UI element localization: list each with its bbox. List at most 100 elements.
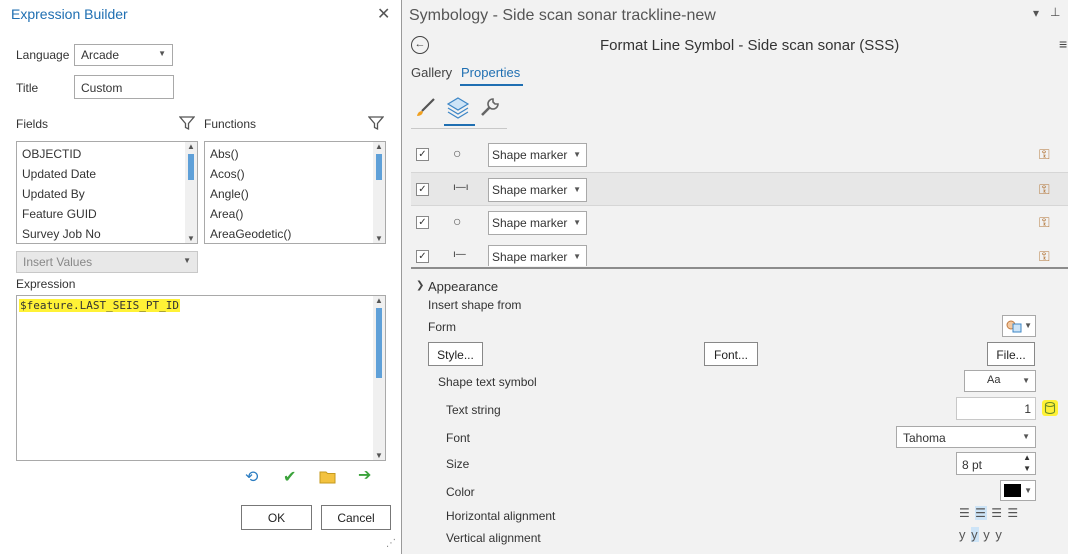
list-item[interactable]: Updated By [22, 187, 85, 201]
list-item[interactable]: Area() [210, 207, 243, 221]
layer-glyph: ı—ı [453, 182, 469, 193]
symbol-layer-row[interactable]: ✓ ○ Shape marker ▼ ⚿ [411, 206, 1068, 240]
paintbrush-icon[interactable] [415, 96, 437, 118]
font-select[interactable]: Tahoma ▼ [896, 426, 1036, 448]
expression-scrollbar[interactable]: ▲ ▼ [373, 296, 385, 460]
list-item[interactable]: Feature GUID [22, 207, 97, 221]
align-baseline-icon[interactable]: y [983, 527, 991, 542]
filter-icon[interactable] [368, 115, 384, 131]
align-right-icon[interactable]: ☰ [991, 506, 1003, 520]
appearance-heading[interactable]: Appearance [428, 279, 498, 294]
layer-visibility-checkbox[interactable]: ✓ [416, 148, 429, 161]
title-input[interactable]: Custom [74, 75, 174, 99]
symbol-layer-row[interactable]: ✓ ○ Shape marker ▼ ⚿ [411, 138, 1068, 172]
lock-properties-icon[interactable]: ⚿ [1039, 181, 1050, 198]
marker-type-select[interactable]: Shape marker ▼ [488, 245, 587, 266]
back-arrow-icon[interactable]: ← [411, 36, 429, 54]
collapse-chevron-icon[interactable]: ❯ [416, 280, 424, 291]
marker-type-select[interactable]: Shape marker ▼ [488, 211, 587, 235]
text-string-input[interactable]: 1 [956, 397, 1036, 420]
symbology-pane: Symbology - Side scan sonar trackline-ne… [402, 0, 1068, 554]
fields-list[interactable]: OBJECTID Updated Date Updated By Feature… [16, 141, 198, 244]
scroll-thumb[interactable] [188, 154, 194, 180]
layer-visibility-checkbox[interactable]: ✓ [416, 250, 429, 263]
lock-properties-icon[interactable]: ⚿ [1039, 146, 1050, 163]
filter-icon[interactable] [179, 115, 195, 131]
list-item[interactable]: AreaGeodetic() [210, 227, 291, 241]
cancel-button[interactable]: Cancel [321, 505, 391, 530]
list-item[interactable]: OBJECTID [22, 147, 81, 161]
arrow-right-icon[interactable]: ➔ [358, 465, 371, 485]
ok-button[interactable]: OK [241, 505, 312, 530]
insert-values-select[interactable]: Insert Values ▼ [16, 251, 198, 273]
list-item[interactable]: Survey Job No [22, 227, 101, 241]
list-item[interactable]: Acos() [210, 167, 245, 181]
lock-properties-icon[interactable]: ⚿ [1039, 214, 1050, 231]
verify-check-icon[interactable]: ✔ [283, 467, 296, 487]
list-item[interactable]: Abs() [210, 147, 239, 161]
menu-icon[interactable]: ≡ [1059, 36, 1067, 52]
expression-builder-dialog: Expression Builder ✕ Language Arcade ▼ T… [0, 0, 402, 554]
resize-grip-icon[interactable]: ⋰ [386, 538, 396, 549]
language-select[interactable]: Arcade ▼ [74, 44, 173, 66]
decrement-icon[interactable]: ▼ [1023, 464, 1031, 473]
layer-visibility-checkbox[interactable]: ✓ [416, 216, 429, 229]
undo-icon[interactable]: ⟲ [245, 467, 258, 487]
attribute-mapping-icon[interactable] [1042, 400, 1058, 416]
form-select[interactable]: ▼ [1002, 315, 1036, 337]
functions-scrollbar[interactable]: ▲ ▼ [373, 142, 385, 243]
shape-text-symbol-select[interactable]: Aa ▼ [964, 370, 1036, 392]
shape-form-icon [1006, 320, 1022, 333]
layer-glyph: ○ [453, 213, 462, 229]
style-button[interactable]: Style... [428, 342, 483, 366]
marker-type-select[interactable]: Shape marker ▼ [488, 143, 587, 167]
chevron-down-icon: ▼ [573, 150, 581, 159]
marker-type-select[interactable]: Shape marker ▼ [488, 178, 587, 202]
tab-gallery[interactable]: Gallery [411, 65, 452, 80]
list-item[interactable]: Updated Date [22, 167, 96, 181]
functions-list[interactable]: Abs() Acos() Angle() Area() AreaGeodetic… [204, 141, 386, 244]
scroll-down-icon[interactable]: ▼ [187, 234, 195, 243]
symbol-layer-row[interactable]: ✓ ı—ı Shape marker ▼ ⚿ [411, 172, 1068, 206]
increment-icon[interactable]: ▲ [1023, 453, 1031, 462]
marker-type-value: Shape marker [492, 250, 568, 264]
wrench-icon[interactable] [479, 96, 501, 118]
tab-properties[interactable]: Properties [461, 65, 520, 80]
splitter[interactable] [411, 267, 1068, 269]
text-string-label: Text string [446, 403, 501, 417]
align-center-icon[interactable]: ☰ [975, 506, 987, 520]
layer-visibility-checkbox[interactable]: ✓ [416, 183, 429, 196]
align-left-icon[interactable]: ☰ [959, 506, 971, 520]
expression-editor[interactable]: $feature.LAST_SEIS_PT_ID ▲ ▼ [16, 295, 386, 461]
dialog-title: Expression Builder [11, 6, 128, 22]
file-button[interactable]: File... [987, 342, 1035, 366]
color-picker[interactable]: ▼ [1000, 480, 1036, 501]
scroll-up-icon[interactable]: ▲ [375, 142, 383, 151]
pane-menu-icon[interactable]: ▾ [1033, 6, 1039, 20]
open-folder-icon[interactable] [319, 470, 337, 484]
symbol-layer-row[interactable]: ✓ ı— Shape marker ▼ ⚿ [411, 240, 1068, 266]
scroll-up-icon[interactable]: ▲ [187, 142, 195, 151]
scroll-down-icon[interactable]: ▼ [375, 451, 383, 460]
font-button[interactable]: Font... [704, 342, 758, 366]
align-top-icon[interactable]: y [959, 527, 967, 542]
format-title: Format Line Symbol - Side scan sonar (SS… [600, 37, 900, 54]
lock-properties-icon[interactable]: ⚿ [1039, 248, 1050, 265]
scroll-thumb[interactable] [376, 308, 382, 378]
font-label: Font [446, 431, 471, 445]
color-swatch [1004, 484, 1021, 497]
pin-icon[interactable]: ⊥ [1050, 5, 1060, 19]
scroll-thumb[interactable] [376, 154, 382, 180]
align-bottom-icon[interactable]: y [995, 527, 1003, 542]
scroll-down-icon[interactable]: ▼ [375, 234, 383, 243]
scroll-up-icon[interactable]: ▲ [375, 296, 383, 305]
list-item[interactable]: Angle() [210, 187, 249, 201]
close-icon[interactable]: ✕ [377, 4, 390, 24]
align-middle-icon[interactable]: y [971, 527, 979, 542]
size-stepper[interactable]: 8 pt ▲ ▼ [956, 452, 1036, 475]
fields-scrollbar[interactable]: ▲ ▼ [185, 142, 197, 243]
align-justify-icon[interactable]: ☰ [1007, 506, 1019, 520]
layers-icon[interactable] [446, 95, 470, 119]
chevron-down-icon: ▼ [183, 256, 191, 265]
fields-label: Fields [16, 117, 49, 131]
